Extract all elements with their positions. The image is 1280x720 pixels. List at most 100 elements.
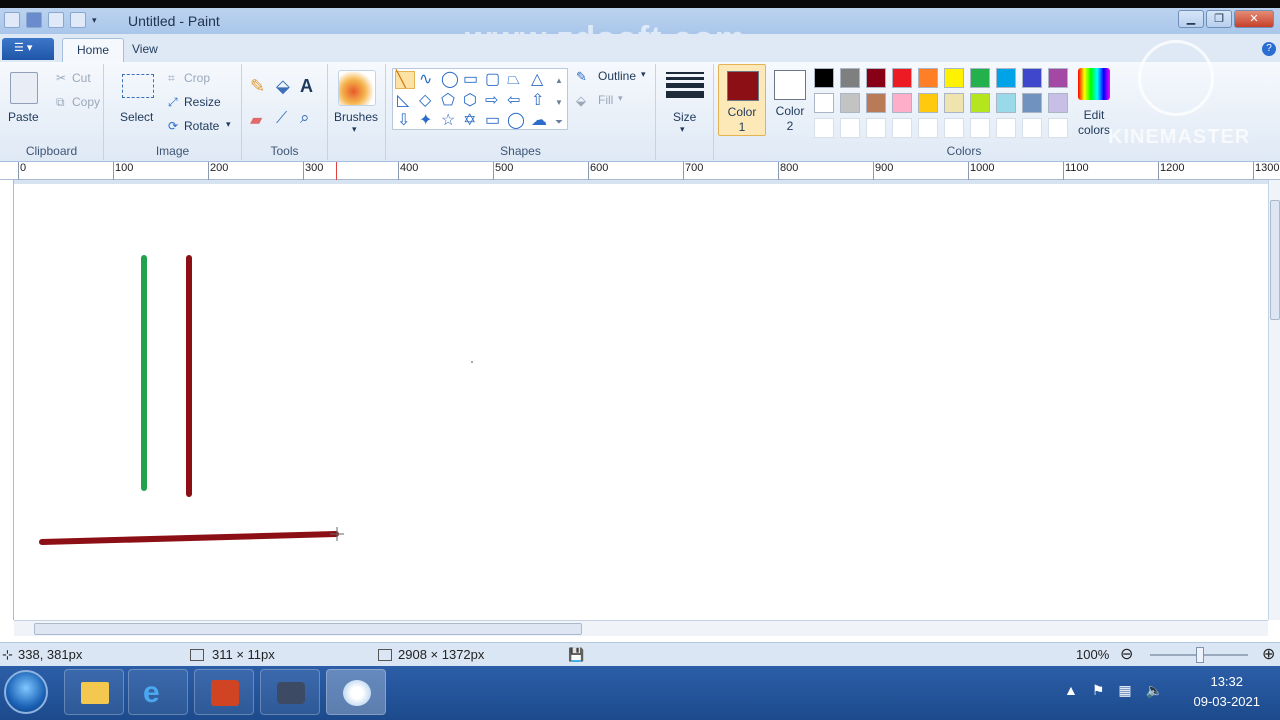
fill-dropdown-icon[interactable]: ▾ (618, 93, 623, 104)
triangle-shape-icon[interactable]: △ (531, 72, 543, 88)
up-arrow-shape-icon[interactable]: ⇧ (531, 93, 544, 109)
save-icon[interactable] (26, 12, 42, 28)
size-icon[interactable] (666, 72, 704, 101)
red-horizontal-line (39, 531, 339, 545)
ruler-tick: 1300 (1252, 162, 1280, 180)
cursor-position: 338, 381px (18, 647, 83, 662)
shapes-scroll-up-icon[interactable]: ▲ (555, 73, 563, 89)
crop-button[interactable]: Crop (184, 71, 210, 85)
pencil-icon[interactable]: ✎ (250, 76, 265, 97)
tab-view[interactable]: View (118, 38, 172, 62)
start-button-icon[interactable] (4, 670, 48, 714)
pentagon-shape-icon[interactable]: ⬠ (441, 93, 455, 109)
explorer-taskbar-icon[interactable] (64, 669, 124, 715)
paint-menu-button[interactable]: ☰ ▾ (2, 38, 54, 60)
zoom-out-icon[interactable]: ⊖ (1120, 644, 1133, 664)
oval-shape-icon[interactable]: ◯ (441, 72, 459, 88)
fill-icon: ⬙ (576, 93, 586, 108)
size-dropdown-icon[interactable]: ▾ (680, 124, 685, 135)
select-button[interactable]: Select (120, 110, 153, 124)
horizontal-scroll-thumb[interactable] (34, 623, 582, 635)
recorder-taskbar-icon[interactable] (260, 669, 320, 715)
callout-cloud-icon[interactable]: ☁ (531, 113, 547, 129)
shapes-gallery: ╲ ∿ ◯ ▭ ▢ ⏢ △ ◺ ◇ ⬠ ⬡ ⇨ ⇦ ⇧ ⇩ ✦ ☆ ✡ ▭ ◯ … (392, 68, 568, 130)
magnifier-icon[interactable]: ⌕ (300, 108, 310, 128)
tray-expand-icon[interactable]: ▲ (1064, 682, 1078, 699)
redo-icon[interactable] (70, 12, 86, 28)
horizontal-scrollbar[interactable] (14, 620, 1268, 636)
rotate-button[interactable]: Rotate (184, 119, 219, 133)
paint-app-icon[interactable] (4, 12, 20, 28)
zoom-in-icon[interactable]: ⊕ (1262, 644, 1275, 664)
color1-label: Color (727, 105, 757, 119)
ruler-tick: 1000 (967, 162, 995, 180)
fill-bucket-icon[interactable]: ⬙ (276, 76, 290, 97)
line-shape-icon[interactable]: ╲ (395, 71, 415, 89)
fill-button[interactable]: Fill (598, 93, 613, 107)
size-button[interactable]: Size (673, 110, 696, 124)
six-point-star-icon[interactable]: ✡ (463, 113, 476, 129)
rounded-rectangle-shape-icon[interactable]: ▢ (485, 72, 500, 88)
brushes-dropdown-icon[interactable]: ▾ (352, 124, 357, 135)
color-picker-icon[interactable]: ⟋ (276, 110, 287, 128)
shapes-more-icon[interactable]: ⏷ (555, 115, 563, 131)
four-point-star-icon[interactable]: ✦ (419, 113, 432, 129)
color2-button[interactable]: Color 2 (766, 64, 814, 136)
help-icon[interactable]: ? (1262, 42, 1276, 56)
paint-taskbar-icon[interactable] (326, 669, 386, 715)
right-arrow-shape-icon[interactable]: ⇨ (485, 93, 498, 109)
volume-icon[interactable]: 🔈 (1146, 682, 1163, 699)
hexagon-shape-icon[interactable]: ⬡ (463, 93, 477, 109)
cursor-position-icon: ⊹ (2, 647, 13, 662)
paste-icon[interactable] (10, 72, 38, 104)
outline-dropdown-icon[interactable]: ▾ (641, 69, 646, 80)
five-point-star-icon[interactable]: ☆ (441, 113, 455, 129)
copy-button[interactable]: Copy (72, 95, 100, 109)
curve-shape-icon[interactable]: ∿ (419, 72, 432, 88)
restore-button[interactable]: ❐ (1206, 10, 1232, 28)
action-center-icon[interactable]: ⚑ (1092, 682, 1105, 699)
right-triangle-shape-icon[interactable]: ◺ (397, 93, 409, 109)
network-icon[interactable]: ▦ (1118, 682, 1131, 699)
polygon-shape-icon[interactable]: ⏢ (507, 72, 520, 88)
vertical-scrollbar[interactable] (1268, 180, 1280, 620)
diamond-shape-icon[interactable]: ◇ (419, 93, 431, 109)
rectangle-shape-icon[interactable]: ▭ (463, 72, 478, 88)
cut-button[interactable]: Cut (72, 71, 91, 85)
minimize-button[interactable]: ▁ (1178, 10, 1204, 28)
close-button[interactable]: ✕ (1234, 10, 1274, 28)
callout-rect-icon[interactable]: ▭ (485, 113, 500, 129)
eraser-icon[interactable]: ▰ (250, 110, 262, 130)
select-icon[interactable] (122, 74, 154, 98)
copy-icon: ⧉ (56, 95, 65, 109)
vertical-scroll-thumb[interactable] (1270, 200, 1280, 320)
brushes-button[interactable]: Brushes (334, 110, 378, 124)
powerpoint-taskbar-icon[interactable] (194, 669, 254, 715)
brush-icon[interactable] (338, 70, 376, 106)
shapes-scroll-down-icon[interactable]: ▼ (555, 95, 563, 111)
resize-button[interactable]: Resize (184, 95, 221, 109)
qat-dropdown-icon[interactable]: ▾ (92, 15, 97, 26)
tab-home[interactable]: Home (62, 38, 125, 62)
paste-button[interactable]: Paste (8, 110, 39, 124)
ruler-tick: 900 (872, 162, 894, 180)
cut-icon: ✂ (56, 71, 67, 85)
ruler-tick: 300 (302, 162, 324, 180)
selection-size-icon (190, 649, 204, 661)
callout-oval-icon[interactable]: ◯ (507, 113, 525, 129)
color2-number: 2 (786, 119, 794, 133)
ruler-tick: 0 (17, 162, 27, 180)
text-tool-icon[interactable]: A (300, 76, 313, 97)
clock[interactable]: 13:32 09-03-2021 (1194, 672, 1261, 712)
internet-explorer-taskbar-icon[interactable]: e (128, 669, 188, 715)
left-arrow-shape-icon[interactable]: ⇦ (507, 93, 520, 109)
drawing-canvas[interactable] (14, 184, 1268, 620)
undo-icon[interactable] (48, 12, 64, 28)
down-arrow-shape-icon[interactable]: ⇩ (397, 113, 410, 129)
color1-button[interactable]: Color 1 (718, 64, 766, 136)
zoom-slider-thumb[interactable] (1196, 647, 1204, 663)
top-border (0, 0, 1280, 8)
ruler-tick: 700 (682, 162, 704, 180)
rotate-dropdown-icon[interactable]: ▾ (226, 119, 231, 130)
outline-button[interactable]: Outline (598, 69, 636, 83)
